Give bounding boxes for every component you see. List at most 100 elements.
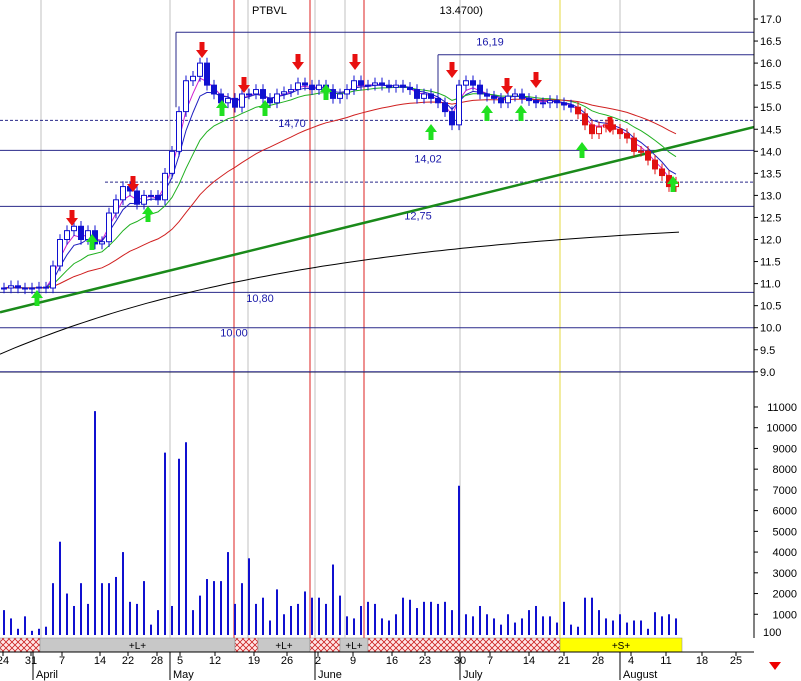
candle-body	[505, 95, 511, 104]
price-tick-label: 16.0	[760, 58, 781, 70]
day-tick-label: 22	[122, 655, 134, 667]
candle-body	[225, 97, 231, 104]
candle-body	[239, 93, 245, 108]
candle-body	[29, 287, 35, 290]
candle-body	[484, 93, 490, 97]
candle-body	[330, 89, 336, 99]
candle-body	[547, 100, 553, 104]
price-tick-label: 11.0	[760, 279, 781, 291]
candle-body	[43, 286, 49, 289]
volume-tick-label: 11000	[767, 402, 797, 414]
candle-body	[596, 126, 602, 135]
level-label: 10,00	[220, 328, 248, 340]
day-tick-label: 24	[0, 655, 9, 667]
candle-body	[148, 194, 154, 197]
price-tick-label: 10.0	[760, 323, 781, 335]
day-tick-label: 14	[94, 655, 106, 667]
candle-body	[421, 93, 427, 99]
volume-tick-label: 9000	[773, 443, 797, 455]
signal-bands: +L+ +L+ +L+ +S+	[0, 637, 683, 653]
candle-body	[134, 190, 140, 205]
candle-body	[71, 225, 77, 232]
day-tick-label: 25	[730, 655, 742, 667]
day-tick-label: 31	[25, 655, 37, 667]
signal-band	[234, 637, 259, 653]
candle-body	[491, 95, 497, 99]
price-tick-label: 13.5	[760, 168, 781, 180]
candle-body	[582, 113, 588, 126]
price-tick-label: 12.5	[760, 212, 781, 224]
candle-body	[50, 265, 56, 289]
candle-body	[498, 97, 504, 104]
candle-body	[449, 111, 455, 126]
day-tick-label: 18	[696, 655, 708, 667]
candle-body	[8, 285, 14, 289]
candle-body	[64, 230, 70, 240]
candle-body	[414, 89, 420, 99]
price-tick-label: 16.5	[760, 36, 781, 48]
candle-body	[211, 84, 217, 95]
candle-body	[106, 212, 112, 243]
candle-body	[15, 285, 21, 289]
day-tick-label: 5	[177, 655, 183, 667]
day-tick-label: 9	[350, 655, 356, 667]
candle-body	[302, 82, 308, 86]
candle-body	[253, 89, 259, 95]
candle-body	[645, 150, 651, 161]
candle-body	[659, 168, 665, 177]
price-tick-label: 12.0	[760, 235, 781, 247]
signal-band	[309, 637, 341, 653]
candle-body	[36, 286, 42, 289]
candle-body	[260, 89, 266, 99]
candle-body	[526, 97, 532, 102]
month-label: June	[318, 669, 342, 681]
candle-body	[442, 102, 448, 113]
price-tick-label: 11.5	[760, 257, 781, 269]
price-tick-label: 15.0	[760, 102, 781, 114]
candle-body	[477, 84, 483, 95]
candle-body	[99, 241, 105, 245]
day-tick-label: 7	[59, 655, 65, 667]
volume-scale-label: 100	[763, 627, 781, 639]
price-tick-label: 10.5	[760, 301, 781, 313]
day-tick-label: 19	[248, 655, 260, 667]
candle-body	[519, 93, 525, 99]
candle-body	[407, 86, 413, 91]
volume-tick-label: 6000	[773, 506, 797, 518]
day-tick-label: 7	[487, 655, 493, 667]
signal-band	[0, 637, 41, 653]
day-tick-label: 12	[209, 655, 221, 667]
candle-body	[113, 199, 119, 214]
candle-body	[183, 80, 189, 113]
candle-body	[309, 84, 315, 91]
candle-body	[379, 82, 385, 86]
volume-tick-label: 8000	[773, 464, 797, 476]
candle-body	[288, 89, 294, 93]
candle-body	[358, 80, 364, 86]
price-tick-label: 17.0	[760, 14, 781, 26]
candle-body	[456, 84, 462, 126]
candle-body	[337, 93, 343, 99]
candle-body	[57, 239, 63, 267]
candle-body	[204, 62, 210, 86]
month-label: August	[623, 669, 657, 681]
level-label: 14,70	[278, 118, 306, 130]
level-label: 16,19	[476, 36, 504, 48]
day-tick-label: 14	[523, 655, 535, 667]
signal-band	[367, 637, 561, 653]
month-label: July	[463, 669, 483, 681]
candle-body	[295, 82, 301, 91]
candle-body	[22, 287, 28, 290]
candle-body	[316, 84, 322, 91]
candle-body	[463, 80, 469, 86]
candle-body	[624, 133, 630, 139]
candle-body	[78, 225, 84, 241]
candle-body	[393, 84, 399, 88]
level-label: 14,02	[414, 153, 442, 165]
day-tick-label: 26	[281, 655, 293, 667]
candle-body	[575, 106, 581, 115]
candle-body	[141, 194, 147, 205]
level-label: 10,80	[246, 293, 274, 305]
candle-body	[568, 104, 574, 108]
candle-body	[561, 102, 567, 106]
